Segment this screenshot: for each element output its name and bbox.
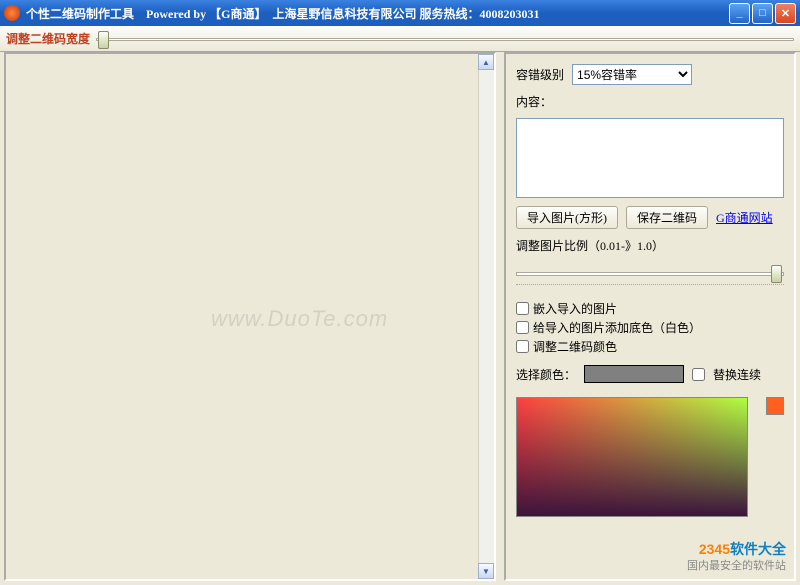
- ratio-slider[interactable]: [516, 264, 784, 288]
- watermark-text: www.DuoTe.com: [211, 306, 388, 332]
- content-textarea[interactable]: [516, 118, 784, 198]
- ratio-label: 调整图片比例（0.01-》1.0）: [516, 237, 784, 254]
- close-button[interactable]: ✕: [775, 3, 796, 24]
- embed-image-checkbox[interactable]: [516, 302, 529, 315]
- width-slider[interactable]: [96, 30, 794, 48]
- add-bg-label: 给导入的图片添加底色（白色）: [533, 319, 701, 336]
- import-image-button[interactable]: 导入图片(方形): [516, 206, 618, 229]
- save-qr-button[interactable]: 保存二维码: [626, 206, 708, 229]
- toolbar: 调整二维码宽度: [0, 26, 800, 52]
- footer-branding: 2345软件大全 国内最安全的软件站: [687, 540, 786, 573]
- preview-pane: www.DuoTe.com ▲ ▼: [4, 52, 496, 581]
- pick-color-label: 选择颜色：: [516, 366, 576, 383]
- embed-image-label: 嵌入导入的图片: [533, 300, 617, 317]
- ratio-slider-thumb[interactable]: [771, 265, 782, 283]
- color-preview[interactable]: [584, 365, 684, 383]
- settings-pane: 容错级别 15%容错率 内容： 导入图片(方形) 保存二维码 G商通网站 调整图…: [504, 52, 796, 581]
- window-title: 个性二维码制作工具 Powered by 【G商通】 上海星野信息科技有限公司 …: [26, 5, 729, 22]
- color-gradient[interactable]: [516, 397, 748, 517]
- scroll-up-icon[interactable]: ▲: [478, 54, 494, 70]
- app-icon: [4, 5, 20, 21]
- website-link[interactable]: G商通网站: [716, 209, 773, 226]
- scroll-down-icon[interactable]: ▼: [478, 563, 494, 579]
- content-label: 内容：: [516, 93, 784, 110]
- footer-slogan: 国内最安全的软件站: [687, 560, 786, 572]
- width-slider-thumb[interactable]: [98, 31, 109, 49]
- ecc-label: 容错级别: [516, 66, 564, 83]
- vertical-scrollbar[interactable]: ▲ ▼: [478, 54, 494, 579]
- ecc-select[interactable]: 15%容错率: [572, 64, 692, 85]
- hue-bar[interactable]: [766, 397, 784, 415]
- add-bg-checkbox[interactable]: [516, 321, 529, 334]
- replace-continuous-label: 替换连续: [713, 366, 761, 383]
- width-slider-label: 调整二维码宽度: [6, 30, 90, 47]
- adjust-color-label: 调整二维码颜色: [533, 338, 617, 355]
- adjust-color-checkbox[interactable]: [516, 340, 529, 353]
- replace-continuous-checkbox[interactable]: [692, 368, 705, 381]
- maximize-button[interactable]: □: [752, 3, 773, 24]
- splitter[interactable]: [498, 52, 502, 581]
- color-picker[interactable]: [516, 397, 784, 517]
- titlebar: 个性二维码制作工具 Powered by 【G商通】 上海星野信息科技有限公司 …: [0, 0, 800, 26]
- minimize-button[interactable]: _: [729, 3, 750, 24]
